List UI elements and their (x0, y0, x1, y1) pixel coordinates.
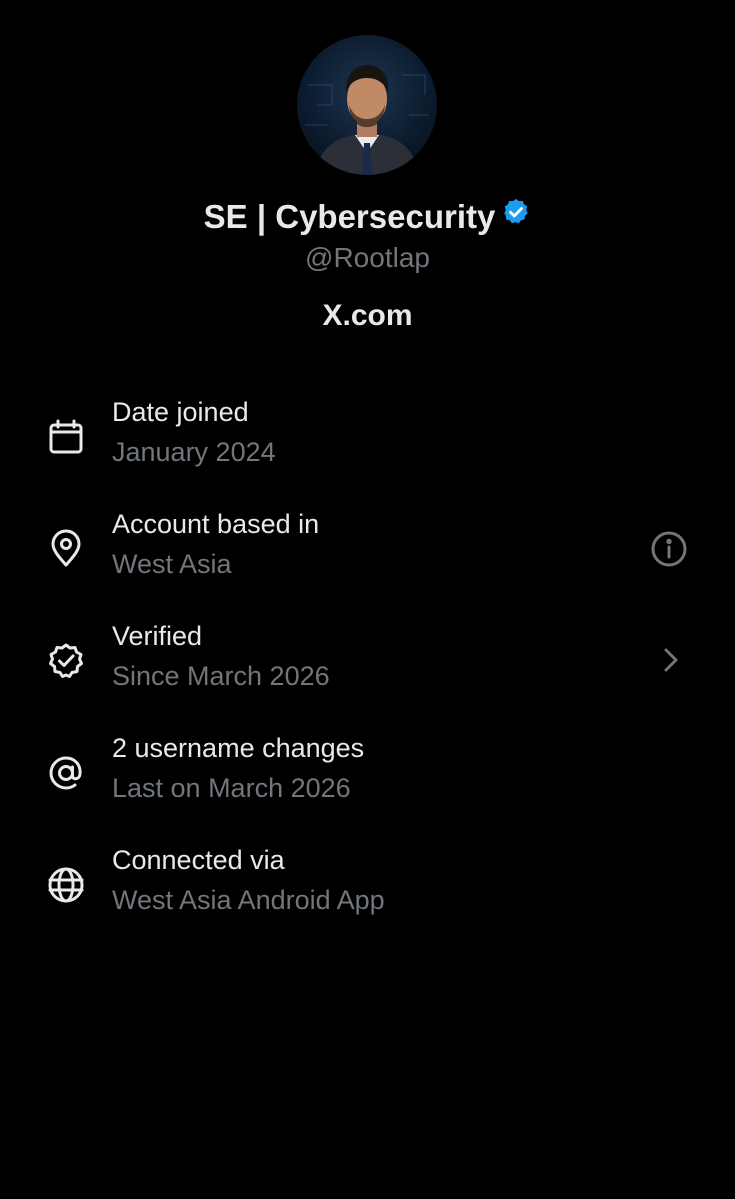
display-name: SE | Cybersecurity (203, 198, 496, 235)
detail-subtitle: Since March 2026 (112, 661, 330, 691)
site-label: X.com (322, 299, 413, 332)
detail-subtitle: Last on March 2026 (112, 773, 351, 803)
location-pin-icon (46, 529, 86, 569)
detail-title: Verified (112, 621, 203, 651)
detail-title: 2 username changes (112, 733, 365, 763)
detail-subtitle: West Asia (112, 549, 232, 579)
verified-check-icon (46, 641, 86, 681)
display-name-row: SE | Cybersecurity (0, 196, 735, 240)
detail-title: Account based in (112, 509, 320, 539)
globe-icon (46, 865, 86, 905)
verified-badge-icon (501, 195, 531, 237)
chevron-right-icon[interactable] (652, 641, 692, 681)
detail-title: Date joined (112, 397, 249, 427)
detail-row-username-changes: 2 username changes Last on March 2026 (0, 731, 735, 821)
detail-row-account-based-in: Account based in West Asia (0, 507, 735, 597)
detail-row-date-joined: Date joined January 2024 (0, 395, 735, 485)
at-sign-icon (46, 753, 86, 793)
detail-subtitle: West Asia Android App (112, 885, 385, 915)
username-handle[interactable]: @Rootlap (0, 240, 735, 276)
detail-subtitle: January 2024 (112, 437, 276, 467)
calendar-icon (46, 417, 86, 457)
profile-avatar[interactable] (297, 35, 437, 175)
info-icon[interactable] (649, 529, 689, 569)
detail-title: Connected via (112, 845, 285, 875)
avatar-image (305, 65, 429, 175)
detail-row-connected-via: Connected via West Asia Android App (0, 843, 735, 933)
detail-row-verified[interactable]: Verified Since March 2026 (0, 619, 735, 709)
